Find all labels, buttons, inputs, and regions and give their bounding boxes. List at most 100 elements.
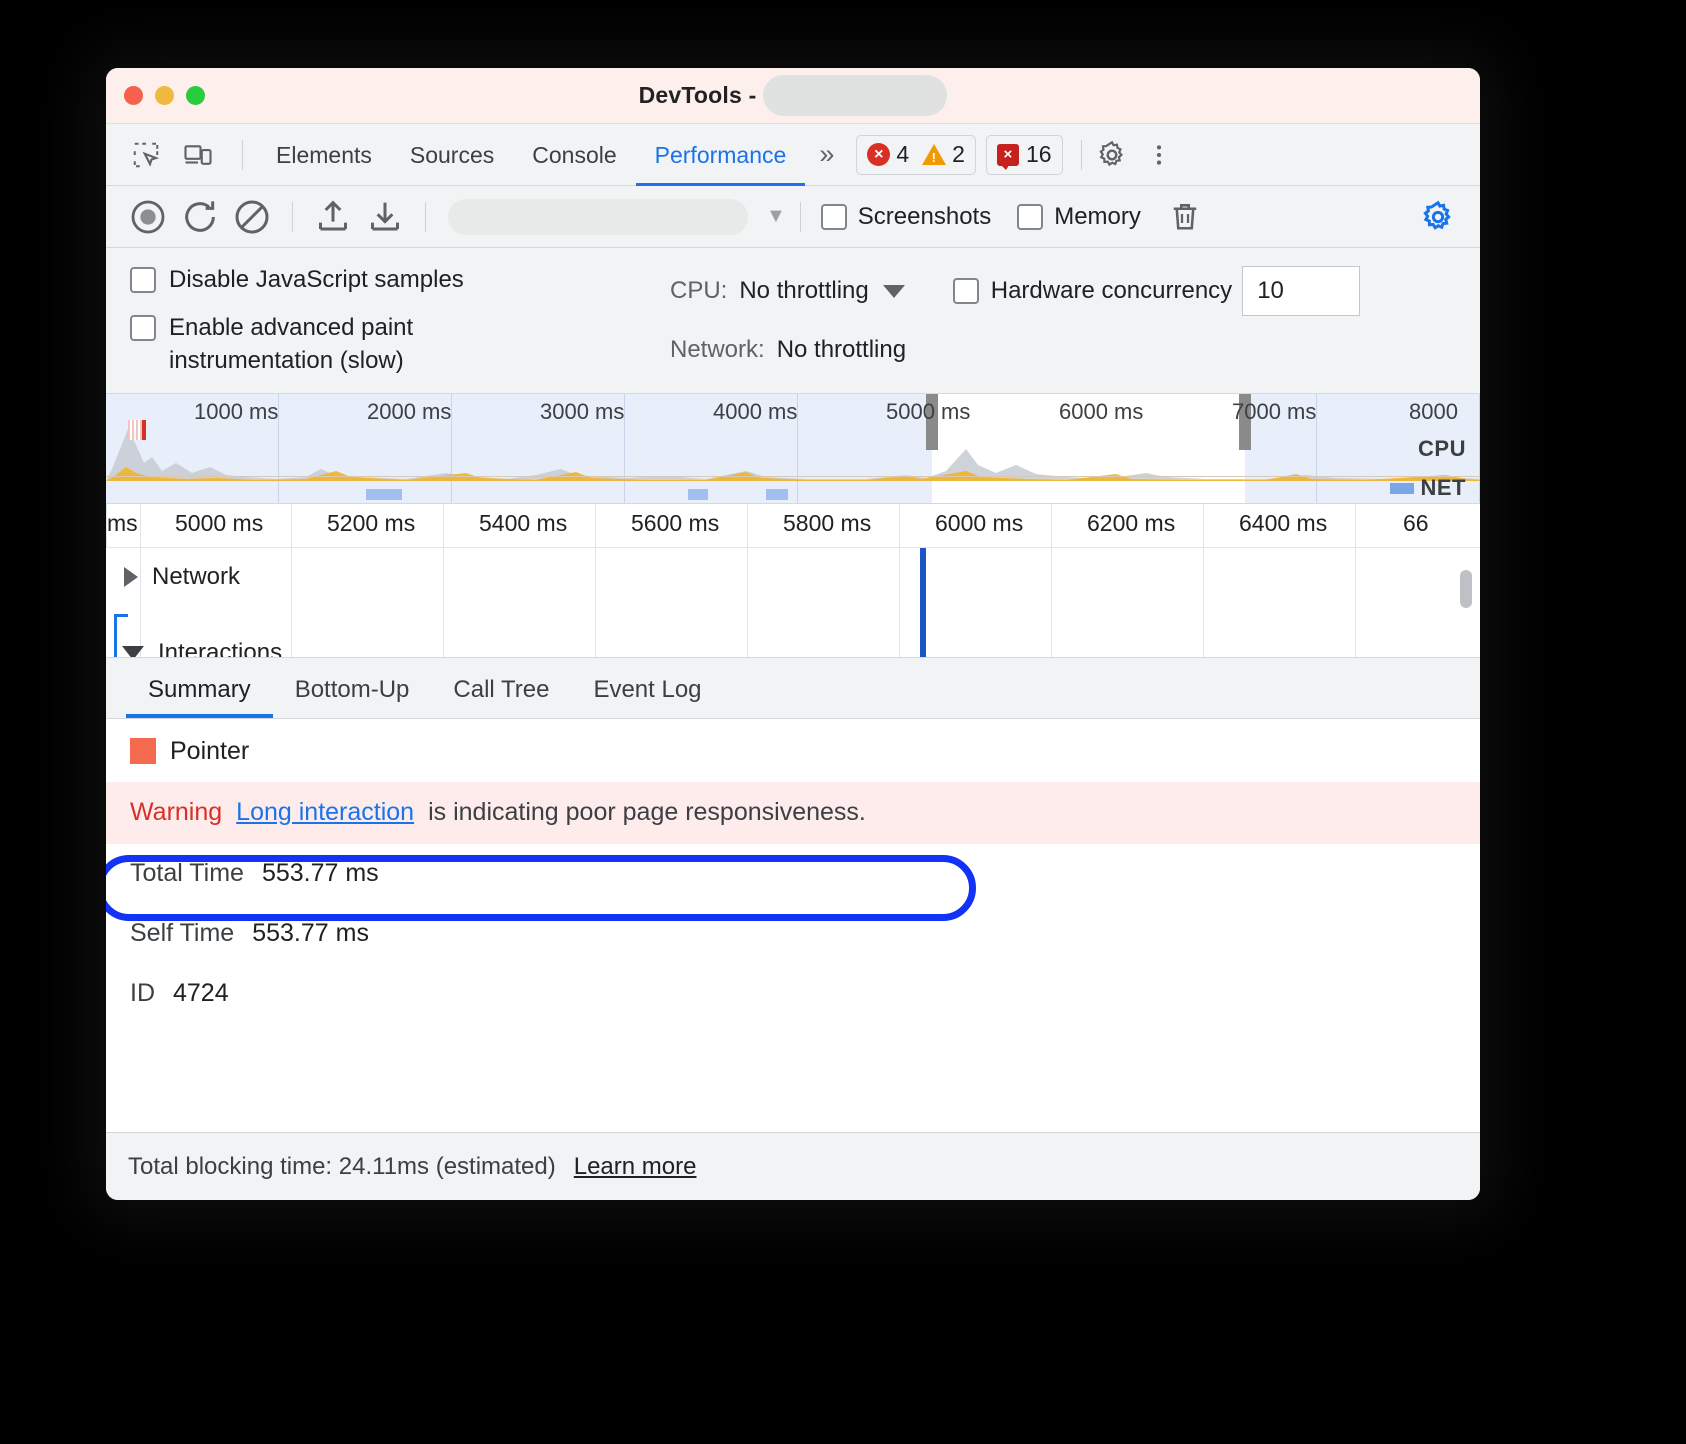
overview-tick-4: 5000 ms: [886, 399, 970, 425]
memory-checkbox[interactable]: [1017, 204, 1043, 230]
advanced-paint-label: Enable advanced paint instrumentation (s…: [169, 312, 499, 377]
track-label-network: Network: [152, 563, 240, 591]
overview-tick-0: 1000 ms: [194, 399, 278, 425]
error-counter[interactable]: × 4: [867, 141, 909, 168]
kebab-menu-icon[interactable]: [1146, 140, 1172, 170]
window-titlebar: DevTools -: [106, 68, 1480, 124]
overview-baseline: [106, 476, 1480, 477]
flamechart-tracks[interactable]: Network Interactions Pointer 553.77 ms P…: [106, 548, 1480, 656]
summary-pane: Pointer Warning Long interaction is indi…: [106, 719, 1480, 1132]
ruler-tick-3: 5400 ms: [479, 510, 567, 537]
maximize-window-button[interactable]: [186, 86, 205, 105]
self-time-value: 553.77 ms: [252, 919, 369, 948]
disable-js-samples-checkbox[interactable]: [130, 267, 156, 293]
learn-more-link[interactable]: Learn more: [574, 1153, 697, 1181]
network-throttling-row[interactable]: Network: No throttling: [670, 336, 1360, 364]
close-window-button[interactable]: [124, 86, 143, 105]
summary-event-name: Pointer: [170, 737, 249, 766]
devtools-tabstrip: Elements Sources Console Performance » ×…: [106, 124, 1480, 186]
screenshots-checkbox[interactable]: [821, 204, 847, 230]
cpu-throttling-row[interactable]: CPU: No throttling Hardware concurrency …: [670, 266, 1360, 316]
issues-counter[interactable]: × 16: [986, 135, 1063, 175]
error-warning-counters[interactable]: × 4 2: [856, 135, 976, 175]
overview-tick-2: 3000 ms: [540, 399, 624, 425]
hardware-concurrency-checkbox[interactable]: [953, 278, 979, 304]
advanced-paint-checkbox[interactable]: [130, 315, 156, 341]
trash-icon[interactable]: [1159, 191, 1211, 243]
tab-console[interactable]: Console: [513, 124, 635, 186]
gear-icon[interactable]: [1096, 139, 1128, 171]
inspect-icon[interactable]: [124, 133, 168, 177]
cpu-label: CPU:: [670, 277, 727, 305]
cpu-throttling-value[interactable]: No throttling: [739, 277, 868, 305]
chevron-down-icon[interactable]: [122, 646, 144, 656]
redacted-title-block: [763, 75, 947, 116]
tab-summary[interactable]: Summary: [126, 676, 273, 718]
tab-performance[interactable]: Performance: [636, 124, 806, 186]
upload-icon[interactable]: [307, 191, 359, 243]
playhead-marker[interactable]: [920, 548, 926, 656]
id-label: ID: [130, 979, 155, 1008]
hardware-concurrency-input[interactable]: 10: [1242, 266, 1360, 316]
warning-row: Warning Long interaction is indicating p…: [106, 782, 1480, 844]
net-track-label: NET: [1421, 475, 1467, 501]
ruler-tick-4: 5600 ms: [631, 510, 719, 537]
flamechart-ruler: ms 5000 ms 5200 ms 5400 ms 5600 ms 5800 …: [106, 504, 1480, 548]
vertical-scrollbar-thumb[interactable]: [1460, 570, 1472, 608]
memory-label: Memory: [1054, 203, 1141, 231]
download-icon[interactable]: [359, 191, 411, 243]
perfbar-divider-3: [800, 202, 801, 232]
record-icon[interactable]: [122, 191, 174, 243]
network-throttling-value[interactable]: No throttling: [777, 336, 906, 364]
cpu-activity-sparkline: [106, 419, 1480, 481]
id-value: 4724: [173, 979, 229, 1008]
advanced-paint-row[interactable]: Enable advanced paint instrumentation (s…: [130, 312, 670, 377]
summary-event-header: Pointer: [106, 737, 1480, 766]
screenshots-label: Screenshots: [858, 203, 991, 231]
hardware-concurrency-label: Hardware concurrency: [991, 277, 1232, 305]
capture-settings-right: CPU: No throttling Hardware concurrency …: [670, 264, 1360, 393]
summary-row-id: ID 4724: [106, 964, 1480, 1024]
status-bar: Total blocking time: 24.11ms (estimated)…: [106, 1132, 1480, 1200]
profile-select-field[interactable]: [448, 199, 748, 235]
disable-js-samples-label: Disable JavaScript samples: [169, 264, 464, 296]
ruler-tick-7: 6200 ms: [1087, 510, 1175, 537]
long-interaction-link[interactable]: Long interaction: [236, 798, 414, 827]
screenshots-checkbox-row[interactable]: Screenshots: [821, 203, 991, 231]
track-row-network[interactable]: Network: [106, 554, 1480, 600]
traffic-lights: [106, 86, 205, 105]
warning-counter[interactable]: 2: [922, 141, 965, 168]
warning-message: is indicating poor page responsiveness.: [428, 798, 866, 827]
tab-call-tree[interactable]: Call Tree: [431, 676, 571, 718]
capture-settings-gear-icon[interactable]: [1412, 191, 1464, 243]
issues-count: 16: [1026, 141, 1052, 168]
chevron-right-icon[interactable]: [124, 567, 138, 587]
chevron-down-icon[interactable]: ▼: [766, 205, 786, 228]
details-tabstrip: Summary Bottom-Up Call Tree Event Log: [106, 657, 1480, 719]
tabstrip-divider-2: [1081, 140, 1082, 170]
tab-elements[interactable]: Elements: [257, 124, 391, 186]
disable-js-samples-row[interactable]: Disable JavaScript samples: [130, 264, 670, 296]
ruler-tick-1: 5000 ms: [175, 510, 263, 537]
tab-bottom-up[interactable]: Bottom-Up: [273, 676, 432, 718]
chevron-down-icon[interactable]: [883, 285, 905, 298]
device-toolbar-icon[interactable]: [176, 133, 220, 177]
ruler-tick-8: 6400 ms: [1239, 510, 1327, 537]
ruler-tick-0: ms: [107, 510, 138, 537]
more-tabs-icon[interactable]: »: [805, 139, 844, 170]
tab-event-log[interactable]: Event Log: [571, 676, 723, 718]
ruler-tick-2: 5200 ms: [327, 510, 415, 537]
ruler-tick-5: 5800 ms: [783, 510, 871, 537]
network-overview-band: [106, 478, 1480, 503]
overview-timeline[interactable]: 1000 ms 2000 ms 3000 ms 4000 ms 5000 ms …: [106, 394, 1480, 504]
reload-record-icon[interactable]: [174, 191, 226, 243]
warning-count: 2: [952, 141, 965, 168]
tab-sources[interactable]: Sources: [391, 124, 513, 186]
track-label-interactions: Interactions: [158, 639, 282, 656]
memory-checkbox-row[interactable]: Memory: [1017, 203, 1141, 231]
clear-icon[interactable]: [226, 191, 278, 243]
track-row-interactions[interactable]: Interactions: [106, 630, 1480, 656]
total-time-value: 553.77 ms: [262, 859, 379, 888]
minimize-window-button[interactable]: [155, 86, 174, 105]
frame-marker: [128, 420, 146, 440]
